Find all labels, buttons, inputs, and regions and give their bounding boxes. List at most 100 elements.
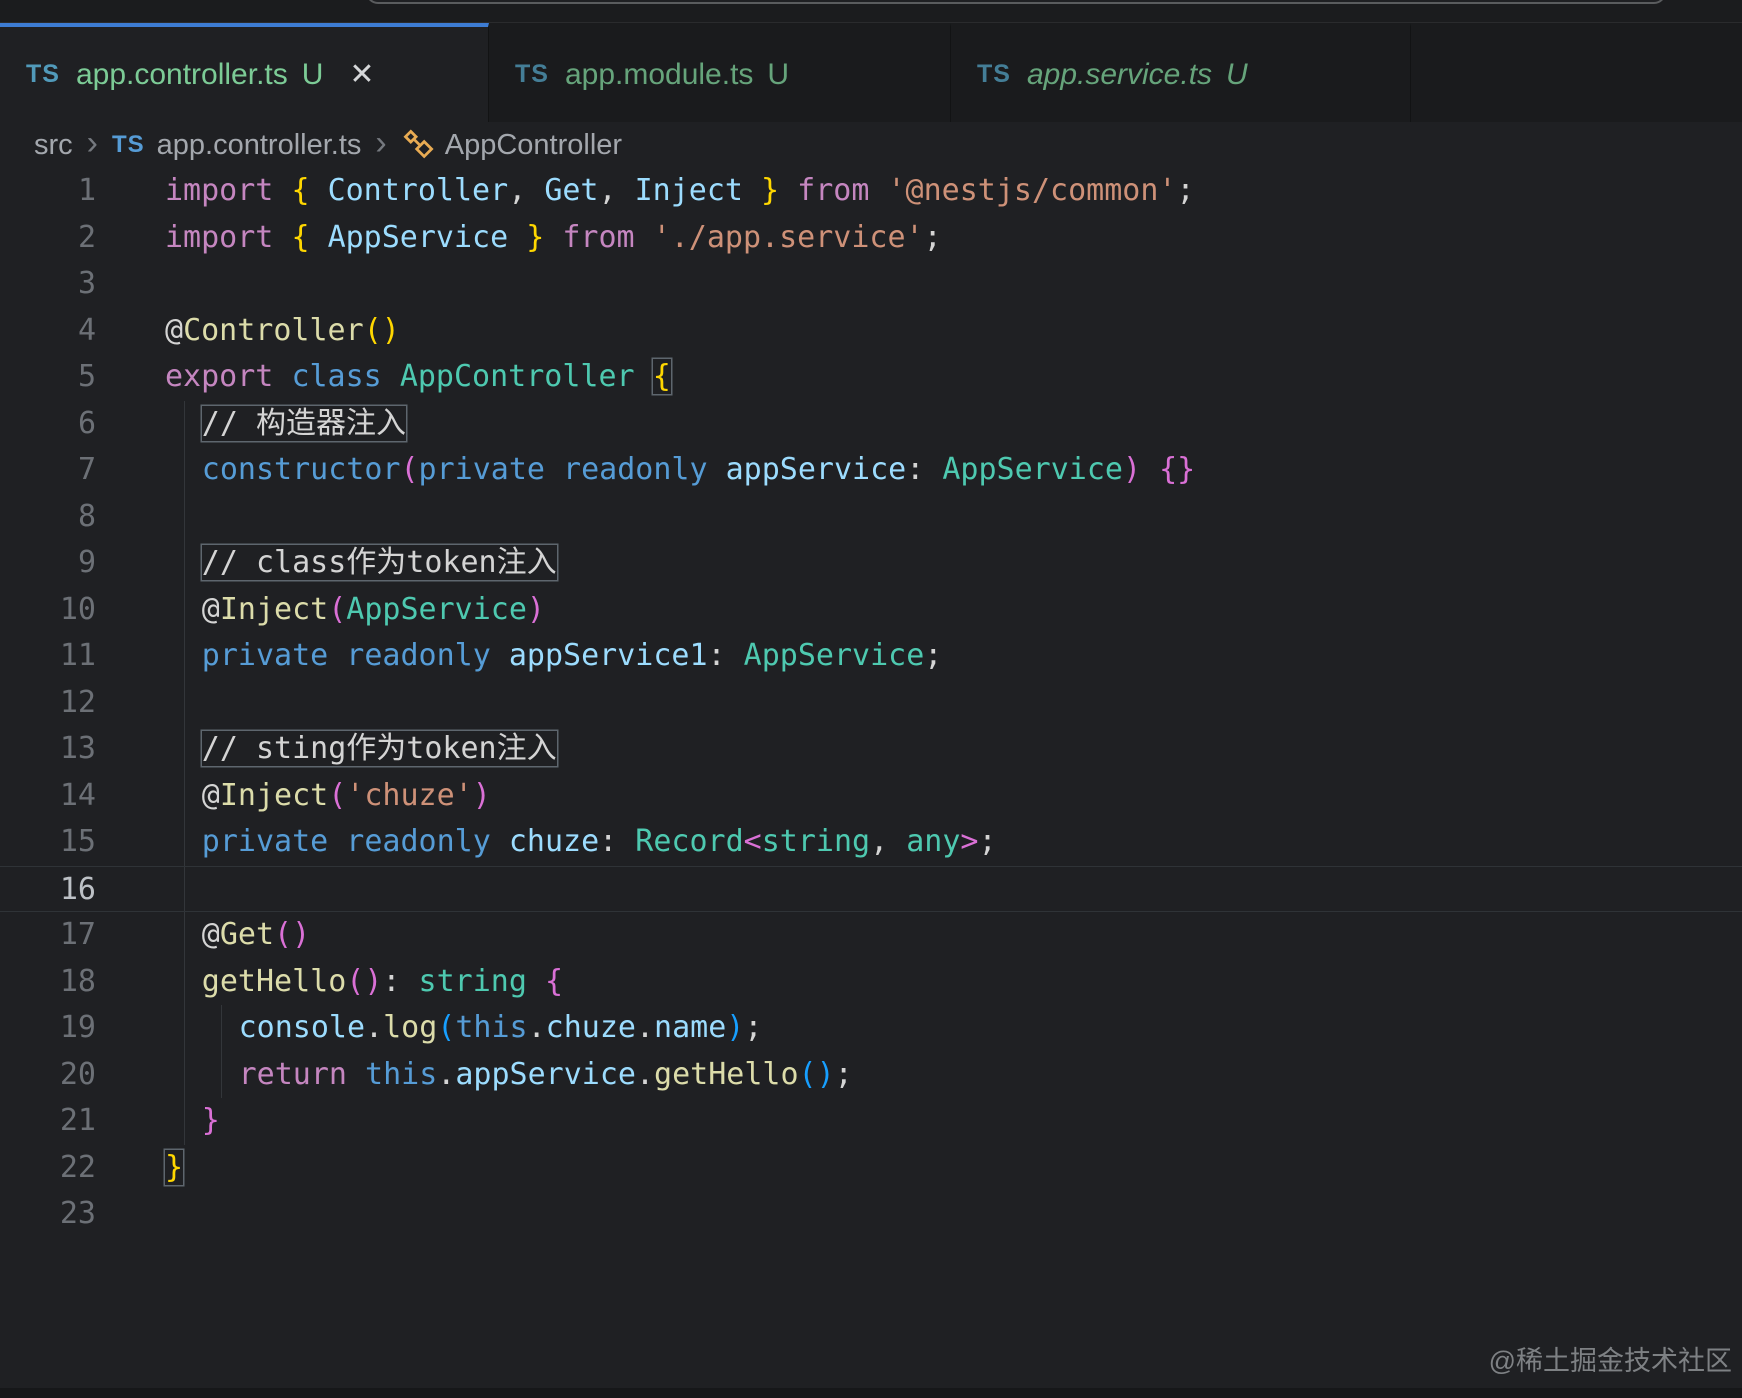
line-number: 21 <box>59 1103 96 1138</box>
token: < <box>743 824 762 859</box>
code-text[interactable]: private readonly appService1: AppService… <box>165 633 943 680</box>
token: // class作为token注入 <box>201 545 557 580</box>
token: ; <box>924 638 943 673</box>
token: } <box>508 219 545 255</box>
ts-file-icon: TS <box>977 60 1011 88</box>
token: , <box>508 173 545 208</box>
token: export <box>165 359 292 394</box>
breadcrumb-item-src[interactable]: src <box>34 129 73 162</box>
token: Inject <box>634 173 743 208</box>
token: Get <box>219 917 275 952</box>
line-number: 6 <box>77 405 96 441</box>
code-text[interactable]: // class作为token注入 <box>165 540 557 587</box>
code-line-17: 17 @Get() <box>0 912 1742 959</box>
token: any <box>906 824 961 859</box>
code-text[interactable]: @Controller() <box>165 308 400 355</box>
code-line-22: 22} <box>0 1145 1742 1192</box>
code-text[interactable] <box>165 494 202 541</box>
tab-bar: TS app.controller.ts U ✕ TS app.module.ts U TS a… <box>0 22 1742 122</box>
tab-bar-empty-space <box>1411 23 1742 122</box>
token: @ <box>201 777 220 813</box>
ts-file-icon: TS <box>515 60 549 88</box>
code-line-23: 23 <box>0 1191 1742 1238</box>
token: , <box>870 824 907 859</box>
line-number: 22 <box>59 1149 96 1185</box>
tab-app.module.ts[interactable]: TS app.module.ts U <box>489 23 951 122</box>
token: { <box>652 359 671 394</box>
token: @ <box>201 917 220 952</box>
line-number: 23 <box>59 1196 96 1231</box>
tab-app.service.ts[interactable]: TS app.service.ts U <box>951 23 1411 122</box>
breadcrumb: src › TS app.controller.ts › AppController <box>0 122 1742 168</box>
code-text[interactable]: @Get() <box>165 912 310 959</box>
token: () <box>798 1056 835 1092</box>
code-line-10: 10 @Inject(AppService) <box>0 586 1742 634</box>
token: // 构造器注入 <box>201 405 406 441</box>
token: private <box>201 824 347 859</box>
token: { <box>544 963 564 999</box>
code-line-6: 6 // 构造器注入 <box>0 400 1742 448</box>
line-number: 19 <box>59 1010 96 1045</box>
code-text[interactable]: // sting作为token注入 <box>165 726 557 773</box>
line-number: 10 <box>59 591 96 627</box>
code-line-1: 1 import { Controller, Get, Inject } from… <box>0 168 1742 215</box>
code-line-7: 7 constructor(private readonly appService… <box>0 447 1742 494</box>
breadcrumb-item-app.controller.ts[interactable]: TS app.controller.ts <box>112 129 361 162</box>
breadcrumb-label: src <box>34 128 73 161</box>
token: this <box>365 1056 438 1092</box>
token: readonly <box>346 638 509 673</box>
token: log <box>383 1010 438 1045</box>
code-line-20: 20 return this.appService.getHello(); <box>0 1051 1742 1099</box>
line-number: 16 <box>59 871 96 907</box>
code-text[interactable]: } <box>165 1145 183 1192</box>
token: . <box>635 1056 655 1092</box>
quick-input-widget[interactable] <box>366 0 1666 4</box>
close-icon[interactable]: ✕ <box>349 57 374 92</box>
code-text[interactable]: console.log(this.chuze.name); <box>165 1005 763 1052</box>
code-text[interactable] <box>165 867 202 912</box>
code-text[interactable]: export class AppController { <box>165 354 671 401</box>
tab-label: app.service.ts <box>1026 57 1213 91</box>
token: '@nestjs/common' <box>887 173 1177 208</box>
code-line-19: 19 console.log(this.chuze.name); <box>0 1005 1742 1052</box>
token: appService <box>455 1056 636 1092</box>
chevron-right-icon: › <box>86 124 98 162</box>
code-text[interactable]: @Inject(AppService) <box>165 587 545 634</box>
code-text[interactable]: import { AppService } from './app.servic… <box>165 215 942 262</box>
token: { <box>291 219 328 255</box>
token: console <box>238 1010 366 1045</box>
token: AppController <box>399 359 653 394</box>
breadcrumb-item-AppController[interactable]: AppController <box>401 128 622 162</box>
line-number: 4 <box>77 312 96 348</box>
code-text[interactable]: @Inject('chuze') <box>165 773 491 820</box>
code-text[interactable]: import { Controller, Get, Inject } from … <box>165 168 1195 215</box>
token: ) <box>472 777 491 813</box>
token: chuze <box>545 1010 636 1045</box>
token: appService <box>725 452 907 487</box>
token: ; <box>923 219 942 255</box>
token: : <box>906 452 943 487</box>
code-text[interactable]: return this.appService.getHello(); <box>165 1052 853 1099</box>
chevron-right-icon: › <box>375 124 387 162</box>
token: Inject <box>219 777 329 813</box>
code-line-11: 11 private readonly appService1: AppServi… <box>0 633 1742 680</box>
line-number: 11 <box>59 638 96 673</box>
line-number: 17 <box>59 917 96 952</box>
token: ; <box>1176 173 1195 208</box>
code-text[interactable]: constructor(private readonly appService:… <box>165 447 1195 494</box>
token: () <box>346 963 383 999</box>
tab-app.controller.ts[interactable]: TS app.controller.ts U ✕ <box>0 23 489 122</box>
code-line-16: 16 <box>0 865 1742 912</box>
code-text[interactable]: private readonly chuze: Record<string, a… <box>165 819 997 866</box>
token: string <box>761 824 871 859</box>
token: from <box>544 219 653 255</box>
code-text[interactable]: } <box>165 1098 220 1145</box>
code-text[interactable]: // 构造器注入 <box>165 401 406 448</box>
code-text[interactable] <box>165 680 202 727</box>
token: Get <box>544 173 599 208</box>
token: { <box>291 173 328 208</box>
code-text[interactable]: getHello(): string { <box>165 959 563 1006</box>
vscode-window: TS app.controller.ts U ✕ TS app.module.ts U TS a… <box>0 0 1742 1398</box>
token: // sting作为token注入 <box>201 731 557 766</box>
